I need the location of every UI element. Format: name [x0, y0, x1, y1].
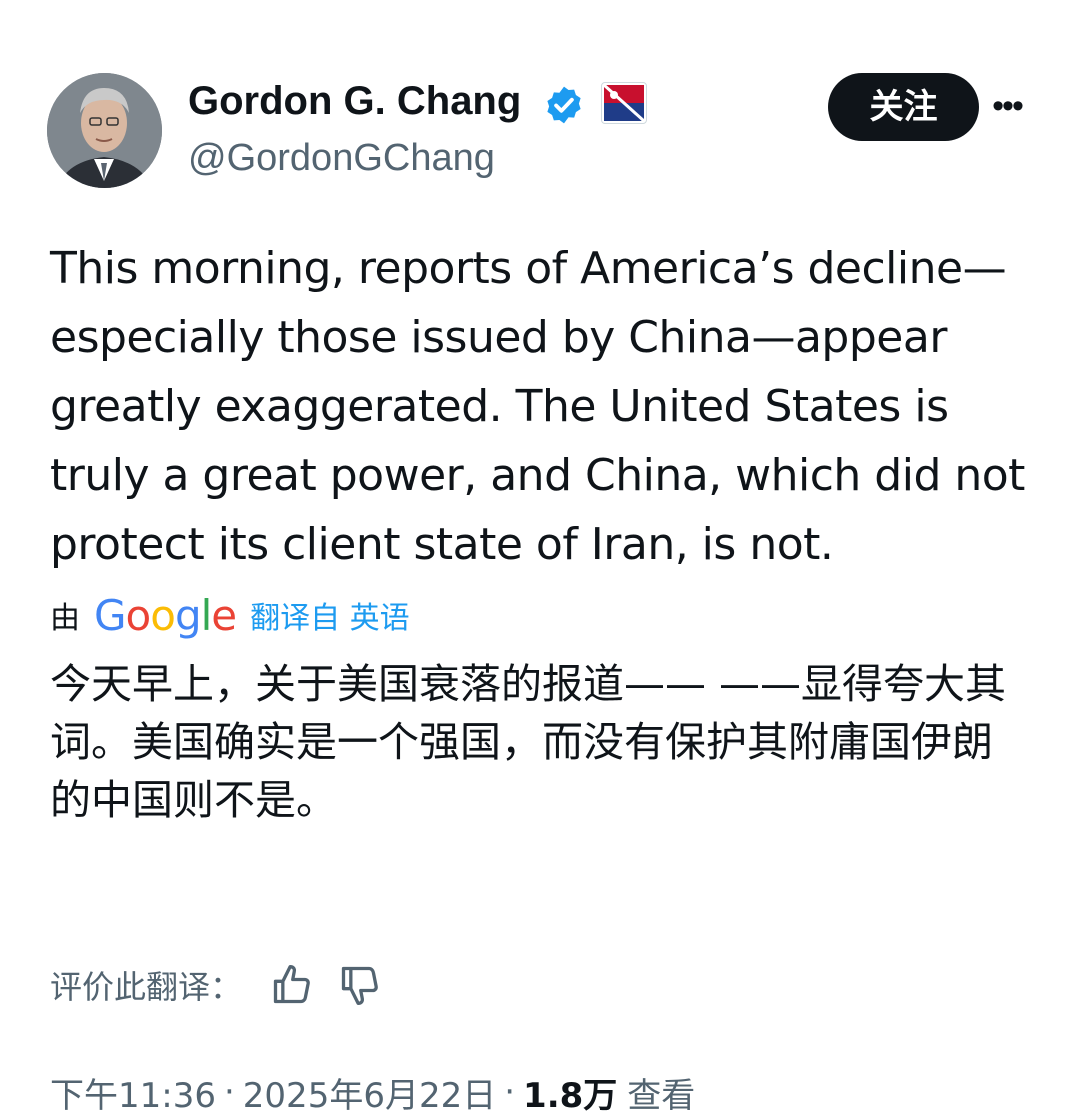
avatar[interactable]	[47, 73, 162, 188]
thumbs-up-icon[interactable]	[270, 963, 314, 1007]
rate-translation-label: 评价此翻译：	[50, 968, 243, 1006]
thumbs-down-icon[interactable]	[338, 963, 382, 1007]
translated-from-link[interactable]: 翻译自 英语	[250, 593, 410, 637]
rate-translation: 评价此翻译：	[50, 958, 406, 1012]
follow-button[interactable]: 关注	[828, 73, 979, 141]
views-label: 查看	[627, 1075, 696, 1116]
meta-separator: ·	[223, 1072, 235, 1112]
tweet-metadata: 下午11:36 · 2025年6月22日 · 1.8万 查看	[50, 1066, 695, 1118]
views-count: 1.8万	[523, 1075, 618, 1116]
affiliation-badge[interactable]	[601, 82, 647, 124]
user-handle[interactable]: @GordonGChang	[188, 133, 495, 183]
translated-text: 今天早上，关于美国衰落的报道—— ——显得夸大其词。美国确实是一个强国，而没有保…	[50, 660, 1007, 824]
display-name[interactable]: Gordon G. Chang	[188, 75, 521, 127]
translation-by-prefix: 由	[50, 601, 80, 636]
google-logo: Google	[94, 590, 237, 640]
avatar-portrait	[47, 73, 162, 188]
translation-attribution: 由 Google 翻译自 英语	[50, 590, 410, 640]
more-options-icon[interactable]: •••	[985, 88, 1029, 128]
tweet-date[interactable]: 2025年6月22日	[243, 1068, 496, 1117]
meta-separator: ·	[504, 1072, 516, 1112]
verified-badge-icon	[547, 86, 581, 124]
tweet-time[interactable]: 下午11:36	[50, 1068, 216, 1117]
tweet-header: Gordon G. Chang @GordonGChang 关注 •••	[0, 0, 1080, 200]
cpac-logo-icon	[602, 83, 646, 123]
tweet-text: This morning, reports of America’s decli…	[50, 243, 1025, 570]
